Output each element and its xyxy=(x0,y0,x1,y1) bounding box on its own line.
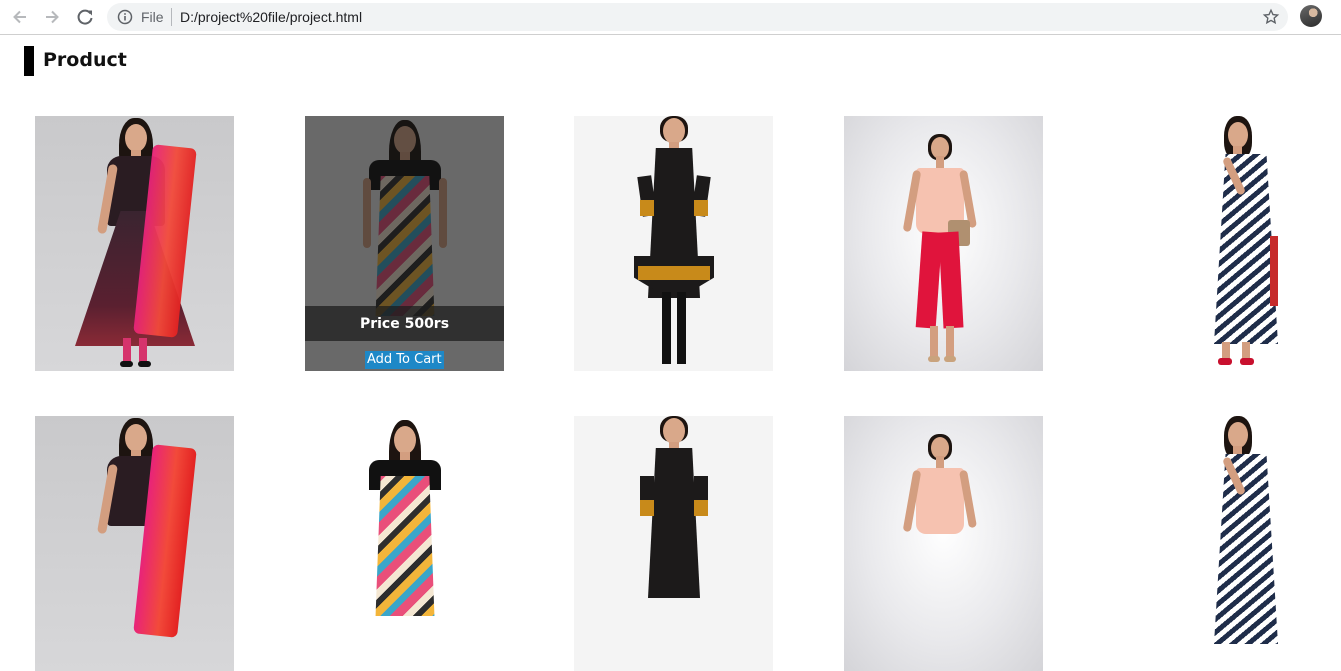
product-card[interactable] xyxy=(35,116,234,371)
product-image xyxy=(574,116,773,371)
product-card[interactable] xyxy=(1134,116,1333,371)
back-arrow-icon xyxy=(13,10,26,24)
product-card[interactable] xyxy=(305,416,504,671)
product-image xyxy=(35,416,234,671)
product-image xyxy=(305,416,504,671)
add-to-cart-button[interactable]: Add To Cart xyxy=(365,351,444,369)
back-button[interactable] xyxy=(8,5,32,29)
product-card[interactable] xyxy=(844,416,1043,671)
scheme-label: File xyxy=(141,9,164,25)
forward-arrow-icon xyxy=(46,10,59,24)
product-image xyxy=(574,416,773,671)
product-image xyxy=(844,416,1043,671)
reload-button[interactable] xyxy=(73,5,97,29)
product-card[interactable] xyxy=(574,416,773,671)
price-label: Price 500rs xyxy=(305,306,504,341)
product-card[interactable] xyxy=(844,116,1043,371)
product-card[interactable] xyxy=(1134,416,1333,671)
heading-accent-bar xyxy=(24,46,34,76)
forward-button[interactable] xyxy=(40,5,64,29)
product-image xyxy=(35,116,234,371)
reload-icon xyxy=(77,9,93,25)
omnibox-divider xyxy=(171,8,172,26)
product-image xyxy=(1134,416,1333,671)
avatar[interactable] xyxy=(1300,5,1322,27)
url-text[interactable]: D:/project%20file/project.html xyxy=(180,9,362,25)
address-bar[interactable]: File D:/project%20file/project.html xyxy=(107,3,1288,31)
star-icon[interactable] xyxy=(1262,8,1280,26)
product-image xyxy=(844,116,1043,371)
product-image xyxy=(1134,116,1333,371)
browser-toolbar: File D:/project%20file/project.html xyxy=(0,0,1341,35)
product-card-hovered[interactable]: Price 500rs Add To Cart xyxy=(305,116,504,371)
info-icon[interactable] xyxy=(117,9,133,25)
product-card[interactable] xyxy=(574,116,773,371)
page-title: Product xyxy=(43,49,127,71)
product-card[interactable] xyxy=(35,416,234,671)
